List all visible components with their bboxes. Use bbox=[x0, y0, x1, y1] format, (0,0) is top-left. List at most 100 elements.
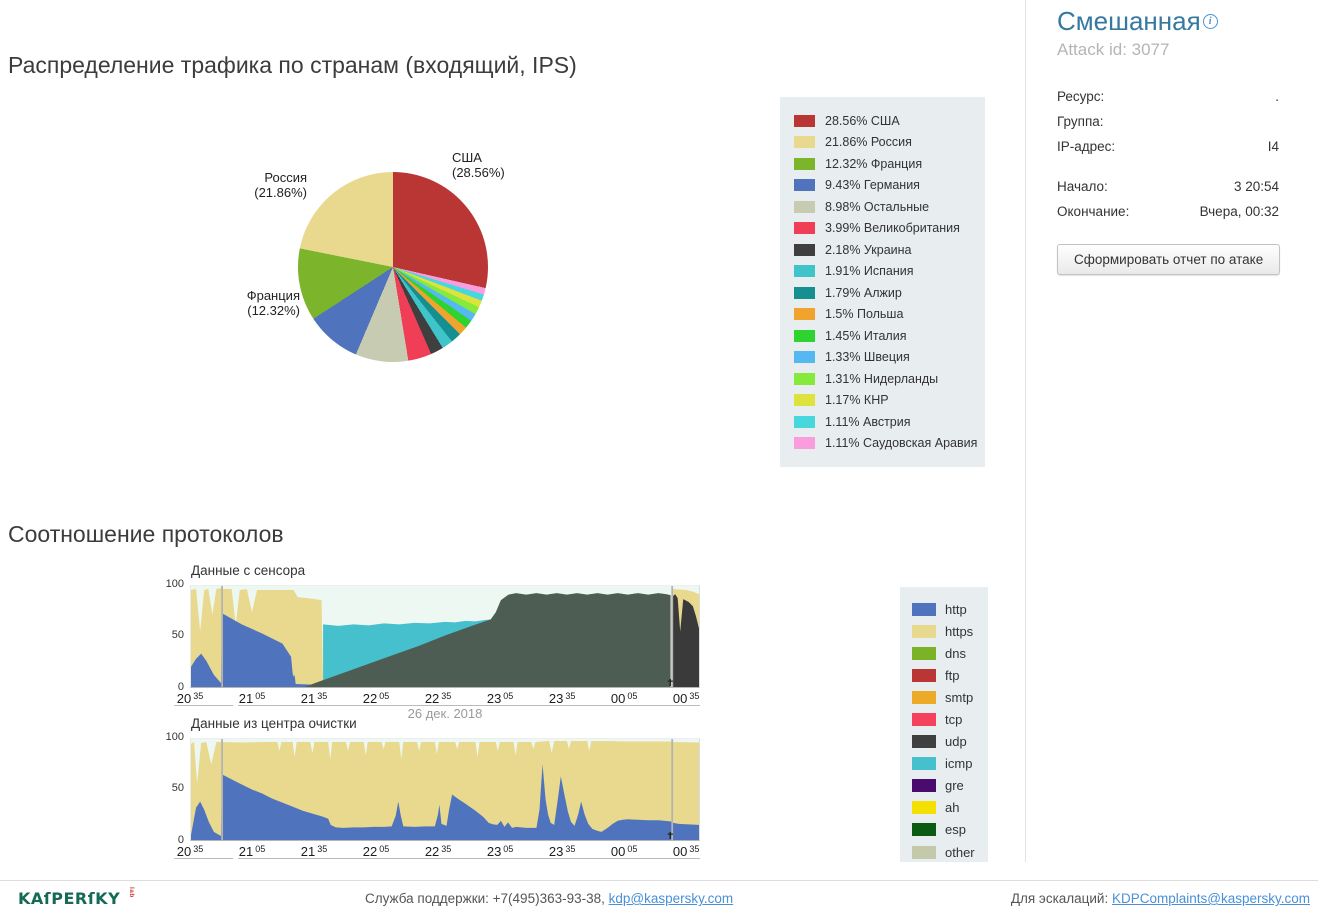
chart-title: Данные с сенсора bbox=[191, 563, 306, 578]
date-label: 26 дек. 2018 bbox=[190, 859, 700, 862]
legend-label: icmp bbox=[945, 756, 973, 772]
protocol-legend-item: http bbox=[912, 598, 976, 620]
sidebar-divider bbox=[1025, 0, 1026, 862]
protocol-legend-item: tcp bbox=[912, 708, 976, 730]
pie-callout-france: Франция (12.32%) bbox=[246, 288, 300, 318]
country-legend-item: 1.5% Польша bbox=[794, 304, 971, 326]
legend-label: esp bbox=[945, 822, 966, 838]
protocol-legend-item: https bbox=[912, 620, 976, 642]
protocol-legend-item: ah bbox=[912, 797, 976, 819]
legend-swatch bbox=[794, 114, 815, 127]
y-tick: 100 bbox=[165, 578, 184, 590]
detail-value: Вчера, 00:32 bbox=[1199, 204, 1279, 219]
legend-label: udp bbox=[945, 734, 967, 750]
attack-detail-row: IP-адрес: I4 bbox=[1057, 134, 1279, 159]
legend-label: 1.91% Испания bbox=[825, 264, 914, 279]
country-legend-item: 1.11% Австрия bbox=[794, 411, 971, 433]
detail-label: Ресурс: bbox=[1057, 89, 1105, 104]
time-marker-line bbox=[671, 739, 674, 840]
legend-swatch bbox=[794, 179, 815, 192]
chart-title: Данные из центра очистки bbox=[191, 716, 357, 731]
legend-swatch bbox=[794, 222, 815, 235]
legend-swatch bbox=[794, 415, 815, 428]
legend-label: 1.5% Польша bbox=[825, 307, 904, 322]
legend-label: 1.31% Нидерланды bbox=[825, 371, 939, 386]
legend-swatch bbox=[794, 329, 815, 342]
attack-detail-row: Группа: bbox=[1057, 109, 1279, 134]
escalation-email-link[interactable]: KDPComplaints@kaspersky.com bbox=[1112, 891, 1310, 906]
legend-label: 28.56% США bbox=[825, 113, 900, 128]
sensor-data-chart: Данные с сенсора100500%20352105213522052… bbox=[0, 563, 740, 723]
attack-detail-row: Начало: 3 20:54 bbox=[1057, 174, 1279, 199]
detail-label: Начало: bbox=[1057, 179, 1108, 194]
legend-swatch bbox=[794, 157, 815, 170]
detail-label: IP-адрес: bbox=[1057, 139, 1116, 154]
generate-report-button[interactable]: Сформировать отчет по атаке bbox=[1057, 244, 1281, 275]
legend-label: 1.79% Алжир bbox=[825, 285, 902, 300]
country-legend-item: 21.86% Россия bbox=[794, 132, 971, 154]
legend-swatch bbox=[912, 757, 936, 771]
info-icon[interactable]: i bbox=[1202, 13, 1218, 29]
country-legend-item: 1.91% Испания bbox=[794, 261, 971, 283]
legend-label: gre bbox=[945, 778, 964, 794]
attack-type-title: Смешанная bbox=[1057, 6, 1201, 36]
country-legend-item: 28.56% США bbox=[794, 110, 971, 132]
country-legend-item: 2.18% Украина bbox=[794, 239, 971, 261]
kaspersky-logo: KAſPERſKY bbox=[18, 889, 121, 908]
legend-label: 1.17% КНР bbox=[825, 393, 889, 408]
legend-swatch bbox=[912, 646, 936, 660]
country-legend-item: 1.31% Нидерланды bbox=[794, 368, 971, 390]
footer: KAſPERſKY lab Служба поддержки: +7(495)3… bbox=[0, 880, 1318, 916]
legend-label: 12.32% Франция bbox=[825, 156, 923, 171]
y-tick: 100 bbox=[165, 731, 184, 743]
detail-label: Группа: bbox=[1057, 114, 1104, 129]
legend-swatch bbox=[794, 265, 815, 278]
legend-swatch bbox=[912, 668, 936, 682]
legend-swatch bbox=[794, 200, 815, 213]
legend-swatch bbox=[794, 136, 815, 149]
main-content: Распределение трафика по странам (входящ… bbox=[0, 0, 1318, 862]
legend-label: other bbox=[945, 844, 975, 860]
legend-swatch bbox=[794, 437, 815, 450]
legend-swatch bbox=[912, 779, 936, 793]
country-legend-item: 1.33% Швеция bbox=[794, 347, 971, 369]
legend-swatch bbox=[794, 286, 815, 299]
legend-label: 9.43% Германия bbox=[825, 178, 920, 193]
country-legend-item: 9.43% Германия bbox=[794, 175, 971, 197]
y-tick: 50 bbox=[171, 629, 184, 641]
country-legend-item: 12.32% Франция bbox=[794, 153, 971, 175]
attack-detail-row: Окончание: Вчера, 00:32 bbox=[1057, 199, 1279, 224]
plot-area[interactable] bbox=[190, 585, 700, 688]
protocol-legend-item: other bbox=[912, 841, 976, 862]
support-email-link[interactable]: kdp@kaspersky.com bbox=[609, 891, 734, 906]
country-legend-item: 1.45% Италия bbox=[794, 325, 971, 347]
detail-value: 3 20:54 bbox=[1233, 179, 1279, 194]
legend-swatch bbox=[912, 735, 936, 749]
attack-id: Attack id: 3077 bbox=[1057, 40, 1170, 59]
support-info: Служба поддержки: +7(495)363-93-38, kdp@… bbox=[365, 891, 734, 906]
legend-label: smtp bbox=[945, 689, 974, 705]
legend-label: 8.98% Остальные bbox=[825, 199, 930, 214]
pie-callout-russia: Россия (21.86%) bbox=[254, 170, 307, 200]
protocol-legend-item: dns bbox=[912, 642, 976, 664]
legend-label: 21.86% Россия bbox=[825, 135, 912, 150]
legend-label: 3.99% Великобритания bbox=[825, 221, 960, 236]
country-traffic-pie-chart[interactable] bbox=[298, 172, 488, 362]
protocols-section-title: Соотношение протоколов bbox=[8, 521, 284, 547]
legend-swatch bbox=[794, 243, 815, 256]
pie-callout-usa: США (28.56%) bbox=[452, 150, 505, 180]
country-legend-item: 3.99% Великобритания bbox=[794, 218, 971, 240]
legend-label: 2.18% Украина bbox=[825, 242, 912, 257]
protocol-legend-item: ftp bbox=[912, 664, 976, 686]
legend-label: https bbox=[945, 623, 974, 639]
legend-swatch bbox=[912, 602, 936, 616]
legend-label: ftp bbox=[945, 667, 960, 683]
detail-label: Окончание: bbox=[1057, 204, 1130, 219]
legend-swatch bbox=[912, 690, 936, 704]
legend-label: ah bbox=[945, 800, 960, 816]
plot-area[interactable] bbox=[190, 738, 700, 841]
time-marker-line bbox=[221, 739, 224, 840]
country-legend-item: 8.98% Остальные bbox=[794, 196, 971, 218]
legend-swatch bbox=[794, 372, 815, 385]
legend-swatch bbox=[794, 394, 815, 407]
